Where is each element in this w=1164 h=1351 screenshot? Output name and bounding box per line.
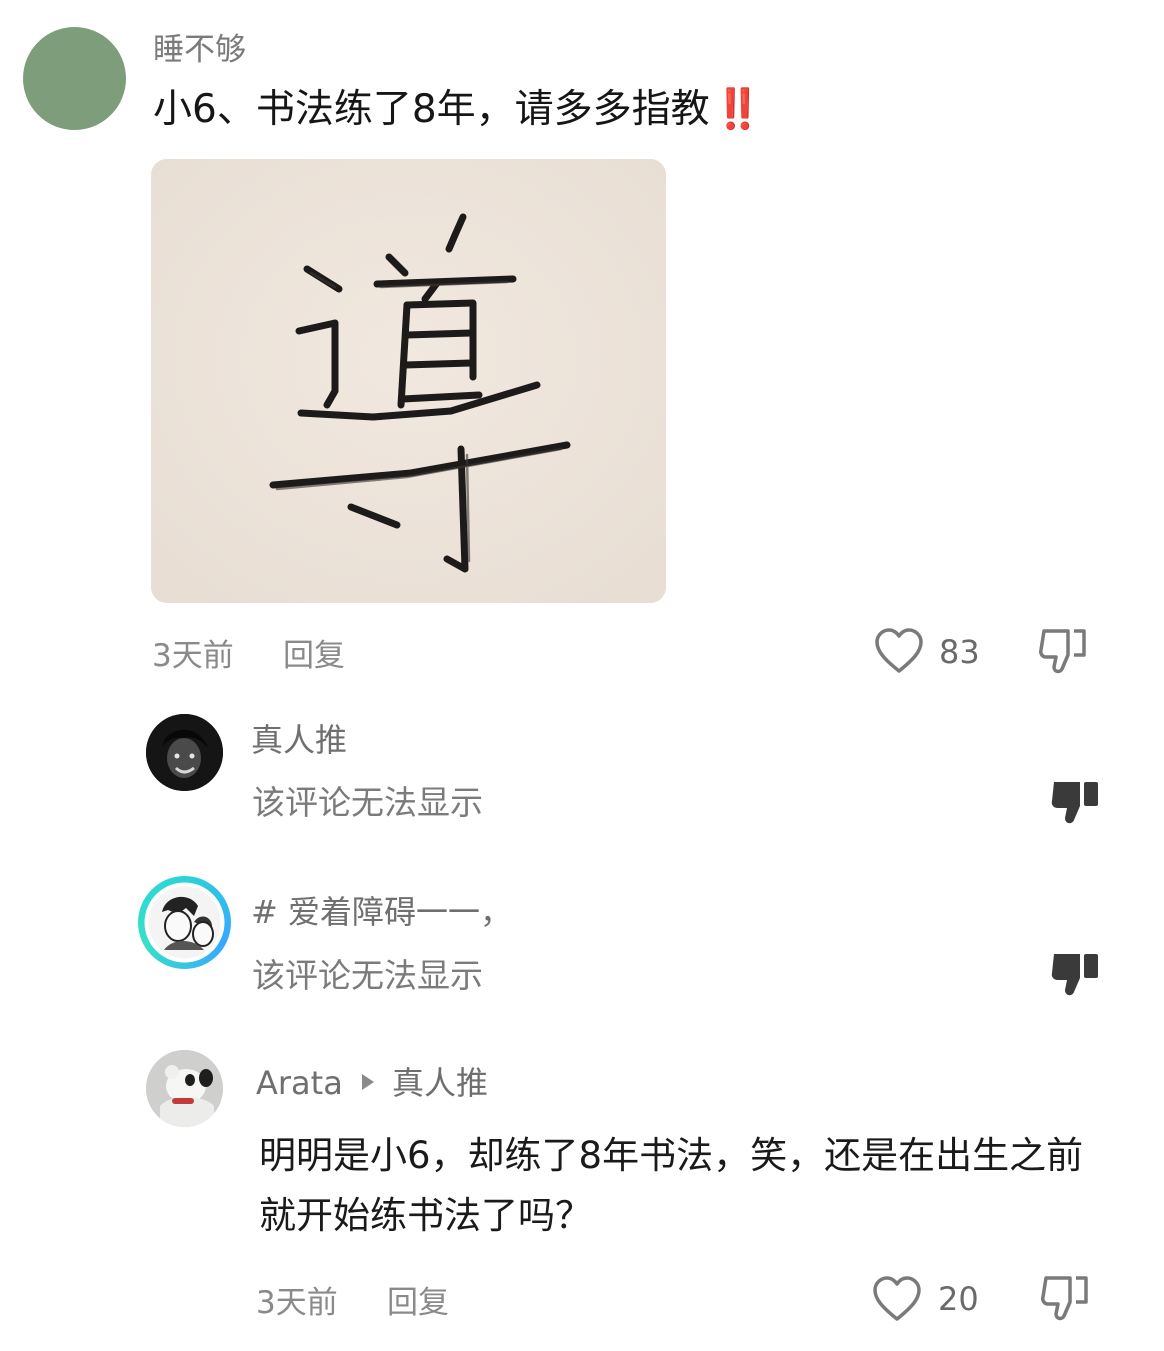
reply-arrow-icon bbox=[361, 1073, 375, 1095]
like-count: 83 bbox=[939, 633, 980, 671]
avatar-image bbox=[146, 714, 223, 791]
reply-button[interactable]: 回复 bbox=[283, 636, 345, 676]
reply-username[interactable]: # 爱着障碍一一， bbox=[251, 891, 512, 933]
comment-timestamp: 3天前 bbox=[152, 638, 234, 674]
reply-text: 明明是小6，却练了8年书法，笑，还是在出生之前就开始练书法了吗？ bbox=[259, 1134, 1084, 1237]
avatar[interactable] bbox=[138, 876, 231, 969]
comment-image[interactable] bbox=[151, 159, 666, 603]
dislike-button[interactable] bbox=[1040, 1272, 1092, 1328]
reply-username[interactable]: Arata bbox=[256, 1062, 343, 1104]
comment-text: 小6、书法练了8年，请多多指教 ‼️ bbox=[153, 84, 762, 136]
reply-to-username[interactable]: 真人推 bbox=[392, 1062, 488, 1104]
reply-timestamp: 3天前 bbox=[256, 1285, 338, 1321]
like-count: 20 bbox=[938, 1280, 979, 1318]
thumbs-down-icon bbox=[1039, 629, 1086, 674]
reply-text: 该评论无法显示 bbox=[252, 956, 483, 995]
comment-username[interactable]: 睡不够 bbox=[153, 30, 246, 70]
avatar[interactable] bbox=[146, 1050, 223, 1127]
like-button[interactable] bbox=[874, 627, 924, 679]
dislike-button[interactable] bbox=[1038, 625, 1090, 681]
dislike-button[interactable] bbox=[1050, 948, 1102, 1004]
like-button[interactable] bbox=[872, 1275, 922, 1327]
heart-icon bbox=[875, 628, 923, 673]
heart-icon bbox=[873, 1276, 921, 1321]
thumbs-down-filled-icon bbox=[1051, 782, 1098, 824]
reply-button[interactable]: 回复 bbox=[387, 1283, 449, 1323]
avatar[interactable] bbox=[146, 714, 223, 791]
reply-text: 该评论无法显示 bbox=[252, 783, 483, 822]
avatar[interactable] bbox=[23, 27, 126, 130]
avatar-image bbox=[144, 882, 225, 963]
reply-username[interactable]: 真人推 bbox=[251, 719, 347, 761]
dislike-button[interactable] bbox=[1050, 776, 1102, 832]
thumbs-down-icon bbox=[1041, 1276, 1088, 1321]
avatar-image bbox=[146, 1050, 223, 1127]
double-exclamation-icon: ‼️ bbox=[713, 87, 763, 132]
thumbs-down-filled-icon bbox=[1051, 954, 1098, 996]
calligraphy-image bbox=[151, 159, 666, 603]
comment-text-body: 小6、书法练了8年，请多多指教 bbox=[153, 87, 710, 132]
